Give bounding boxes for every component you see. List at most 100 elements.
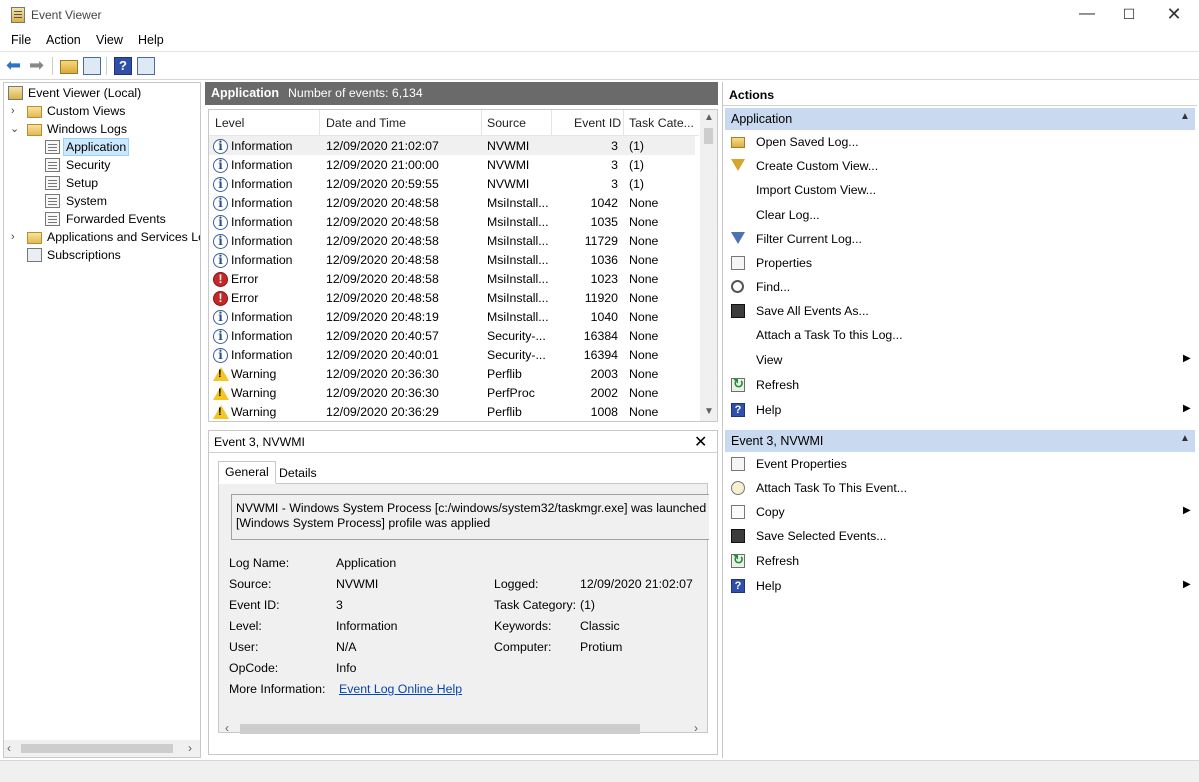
- table-row[interactable]: Warning 12/09/2020 20:36:30 PerfProc 2002 No…: [209, 383, 695, 402]
- action-clear-log[interactable]: Clear Log...: [725, 204, 1195, 226]
- cell-source: MsiInstall...: [487, 272, 549, 286]
- menu-file[interactable]: File: [11, 33, 31, 47]
- table-row[interactable]: Information 12/09/2020 20:40:01 Security-.…: [209, 345, 695, 364]
- open-folder-icon[interactable]: [60, 60, 78, 74]
- toolbar-divider: [52, 57, 53, 75]
- cell-date: 12/09/2020 20:48:58: [326, 291, 439, 305]
- action-filter-current-log[interactable]: Filter Current Log...: [725, 228, 1195, 250]
- action-copy[interactable]: Copy ▶: [725, 501, 1195, 523]
- column-divider[interactable]: [319, 110, 320, 136]
- action-create-custom-view[interactable]: Create Custom View...: [725, 155, 1195, 177]
- column-header-task-category[interactable]: Task Cate...: [629, 116, 694, 130]
- action-event-properties[interactable]: Event Properties: [725, 453, 1195, 475]
- scroll-up-icon[interactable]: ▲: [704, 112, 714, 123]
- save-icon: [731, 304, 745, 318]
- event-log-online-help-link[interactable]: Event Log Online Help: [339, 682, 462, 696]
- help-icon[interactable]: ?: [114, 57, 132, 75]
- tab-details[interactable]: Details: [273, 464, 323, 484]
- action-attach-task-to-this-event[interactable]: Attach Task To This Event...: [725, 477, 1195, 499]
- collapse-icon[interactable]: ▲: [1180, 111, 1190, 122]
- tree-horizontal-scrollbar[interactable]: ‹ ›: [4, 740, 200, 757]
- tree-item-label: Setup: [66, 176, 99, 190]
- action-find[interactable]: Find...: [725, 276, 1195, 298]
- cell-task: None: [629, 291, 659, 305]
- show-hide-tree-icon[interactable]: [83, 57, 101, 75]
- column-header-event-id[interactable]: Event ID: [574, 116, 621, 130]
- computer-value: Protium: [580, 640, 623, 654]
- log-name-label: Log Name:: [229, 556, 290, 570]
- table-row[interactable]: Information 12/09/2020 21:02:07 NVWMI 3 (1): [209, 136, 695, 155]
- table-row[interactable]: Warning 12/09/2020 20:36:29 Perflib 1008 Non…: [209, 402, 695, 421]
- collapse-icon[interactable]: ▲: [1180, 433, 1190, 444]
- level-label: Level:: [229, 619, 262, 633]
- scroll-left-icon[interactable]: ‹: [225, 721, 229, 735]
- table-row[interactable]: Information 12/09/2020 20:48:58 MsiInstall…: [209, 231, 695, 250]
- maximize-button[interactable]: ☐: [1106, 0, 1152, 30]
- cell-level: Information: [231, 329, 293, 343]
- column-header-level[interactable]: Level: [215, 116, 244, 130]
- table-row[interactable]: Information 12/09/2020 20:48:19 MsiInstall…: [209, 307, 695, 326]
- action-save-all-events-as[interactable]: Save All Events As...: [725, 300, 1195, 322]
- close-window-button[interactable]: ✕: [1151, 0, 1197, 30]
- column-divider[interactable]: [623, 110, 624, 136]
- table-row[interactable]: Error 12/09/2020 20:48:58 MsiInstall... 102…: [209, 269, 695, 288]
- action-help[interactable]: ? Help ▶: [725, 575, 1195, 597]
- chevron-down-icon[interactable]: ⌄: [10, 120, 20, 138]
- table-row[interactable]: Information 12/09/2020 21:00:00 NVWMI 3 (1): [209, 155, 695, 174]
- action-properties[interactable]: Properties: [725, 252, 1195, 274]
- scroll-left-icon[interactable]: ‹: [7, 741, 11, 755]
- column-divider[interactable]: [551, 110, 552, 136]
- scroll-right-icon[interactable]: ›: [694, 721, 698, 735]
- table-row[interactable]: Information 12/09/2020 20:48:58 MsiInstall…: [209, 212, 695, 231]
- table-row[interactable]: Warning 12/09/2020 20:36:30 Perflib 2003 Non…: [209, 364, 695, 383]
- minimize-button[interactable]: —: [1064, 0, 1110, 30]
- menu-action[interactable]: Action: [46, 33, 81, 47]
- table-row[interactable]: Information 12/09/2020 20:48:58 MsiInstall…: [209, 193, 695, 212]
- event-message-box[interactable]: NVWMI - Windows System Process [c:/windo…: [231, 494, 709, 540]
- action-import-custom-view[interactable]: Import Custom View...: [725, 179, 1195, 201]
- scroll-right-icon[interactable]: ›: [188, 741, 192, 755]
- action-label: Refresh: [756, 554, 800, 568]
- back-arrow-icon[interactable]: ⬅: [6, 56, 24, 75]
- action-attach-a-task-to-this-log[interactable]: Attach a Task To this Log...: [725, 324, 1195, 346]
- cell-source: PerfProc: [487, 386, 535, 400]
- logged-label: Logged:: [494, 577, 539, 591]
- table-row[interactable]: Information 12/09/2020 20:59:55 NVWMI 3 (1): [209, 174, 695, 193]
- tab-general[interactable]: General: [218, 461, 276, 484]
- chevron-right-icon[interactable]: ›: [11, 228, 21, 246]
- submenu-arrow-icon: ▶: [1183, 403, 1191, 414]
- action-refresh[interactable]: Refresh: [725, 550, 1195, 572]
- action-view[interactable]: View ▶: [725, 349, 1195, 371]
- action-label: Help: [756, 403, 782, 417]
- cell-source: MsiInstall...: [487, 291, 549, 305]
- table-row[interactable]: Information 12/09/2020 20:48:58 MsiInstall…: [209, 250, 695, 269]
- action-save-selected-events[interactable]: Save Selected Events...: [725, 525, 1195, 547]
- action-help[interactable]: ? Help ▶: [725, 399, 1195, 421]
- column-header-date[interactable]: Date and Time: [326, 116, 406, 130]
- cell-source: MsiInstall...: [487, 196, 549, 210]
- toolbar-divider: [106, 57, 107, 75]
- actions-section-application[interactable]: Application ▲: [725, 108, 1195, 130]
- scroll-down-icon[interactable]: ▼: [704, 406, 714, 417]
- cell-task: None: [629, 272, 659, 286]
- table-row[interactable]: Error 12/09/2020 20:48:58 MsiInstall... 119…: [209, 288, 695, 307]
- actions-section-event[interactable]: Event 3, NVWMI ▲: [725, 430, 1195, 452]
- scrollbar-thumb[interactable]: [21, 744, 173, 753]
- events-vertical-scrollbar[interactable]: ▲ ▼: [700, 110, 717, 421]
- column-header-source[interactable]: Source: [487, 116, 526, 130]
- column-divider[interactable]: [481, 110, 482, 136]
- menu-help[interactable]: Help: [138, 33, 164, 47]
- scrollbar-thumb[interactable]: [240, 724, 640, 734]
- show-hide-action-pane-icon[interactable]: [137, 57, 155, 75]
- cell-id: 16384: [583, 329, 618, 343]
- detail-horizontal-scrollbar[interactable]: ‹ ›: [220, 720, 708, 737]
- cell-source: Perflib: [487, 367, 522, 381]
- close-icon[interactable]: ✕: [694, 432, 707, 452]
- table-row[interactable]: Information 12/09/2020 20:40:57 Security-.…: [209, 326, 695, 345]
- forward-arrow-icon[interactable]: ➡: [29, 56, 47, 75]
- action-open-saved-log[interactable]: Open Saved Log...: [725, 131, 1195, 153]
- action-refresh[interactable]: Refresh: [725, 374, 1195, 396]
- scrollbar-thumb[interactable]: [704, 128, 713, 144]
- menu-view[interactable]: View: [96, 33, 123, 47]
- chevron-right-icon[interactable]: ›: [11, 102, 21, 120]
